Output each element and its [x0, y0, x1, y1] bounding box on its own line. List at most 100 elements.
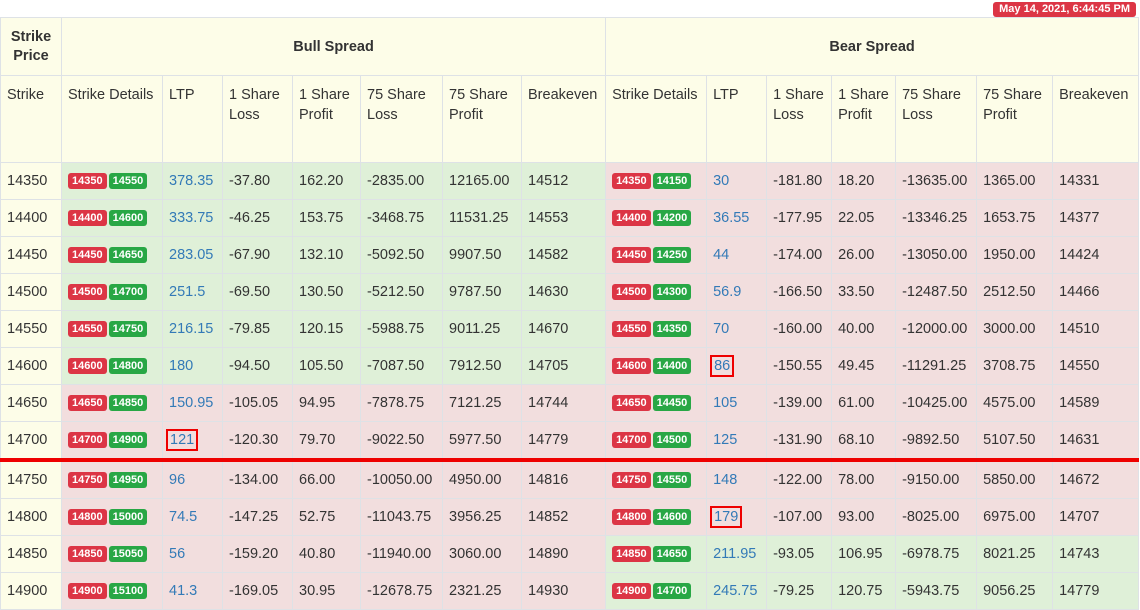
- bull-75-share-loss: -10050.00: [360, 458, 443, 499]
- bear-1-share-profit: 93.00: [831, 498, 897, 536]
- bear-ltp-link[interactable]: 86: [710, 355, 735, 377]
- bear-breakeven: 14466: [1052, 273, 1140, 311]
- column-header-bull-ltp[interactable]: LTP: [162, 75, 223, 163]
- bear-ltp-cell: 245.75: [706, 572, 768, 610]
- bear-75-share-loss: -13635.00: [895, 162, 978, 200]
- bull-ltp-link[interactable]: 251.5: [169, 284, 205, 300]
- column-header-bull-75-share-profit[interactable]: 75 Share Profit: [442, 75, 522, 163]
- bear-strike-details: 14550 14350: [605, 310, 708, 348]
- bull-breakeven: 14705: [520, 347, 607, 385]
- bear-75-share-profit: 9056.25: [976, 572, 1054, 610]
- bull-1-share-profit: 130.50: [292, 273, 361, 311]
- bull-75-share-loss: -11940.00: [360, 535, 443, 573]
- bear-ltp-link[interactable]: 125: [713, 432, 737, 448]
- bull-ltp-link[interactable]: 41.3: [169, 583, 197, 599]
- bull-ltp-link[interactable]: 333.75: [169, 210, 213, 226]
- bear-ltp-link[interactable]: 105: [713, 395, 737, 411]
- bull-strike-high-badge: 14800: [108, 358, 148, 375]
- bear-75-share-profit: 1365.00: [976, 162, 1054, 200]
- column-header-bear-75-share-loss[interactable]: 75 Share Loss: [895, 75, 978, 163]
- bear-strike-details: 14850 14650: [605, 535, 708, 573]
- bear-ltp-link[interactable]: 179: [710, 506, 743, 528]
- bear-breakeven: 14377: [1052, 199, 1140, 237]
- bull-strike-details: 14450 14650: [61, 236, 163, 274]
- column-header-bull-strike-details[interactable]: Strike Details: [61, 75, 163, 163]
- bull-breakeven: 14553: [520, 199, 607, 237]
- column-header-bull-75-share-loss[interactable]: 75 Share Loss: [360, 75, 443, 163]
- bear-1-share-profit: 61.00: [831, 384, 897, 422]
- bull-ltp-link[interactable]: 150.95: [169, 395, 213, 411]
- spread-table: Strike Price Bull Spread Bear Spread Str…: [0, 17, 1140, 610]
- bull-75-share-loss: -3468.75: [360, 199, 443, 237]
- strike-cell: 14550: [0, 310, 62, 348]
- strike-cell: 14400: [0, 199, 62, 237]
- column-header-strike[interactable]: Strike: [0, 75, 62, 163]
- bull-1-share-profit: 162.20: [292, 162, 361, 200]
- bear-ltp-link[interactable]: 56.9: [713, 284, 741, 300]
- bull-1-share-loss: -37.80: [222, 162, 293, 200]
- bull-strike-low-badge: 14500: [68, 284, 107, 301]
- bull-strike-details: 14750 14950: [61, 458, 163, 499]
- bull-ltp-link[interactable]: 283.05: [169, 247, 213, 263]
- bull-1-share-profit: 79.70: [292, 421, 361, 461]
- bull-breakeven: 14890: [520, 535, 607, 573]
- bear-75-share-profit: 1950.00: [976, 236, 1054, 274]
- bear-strike-high-badge: 14600: [652, 509, 692, 526]
- bear-ltp-link[interactable]: 44: [713, 247, 729, 263]
- bull-ltp-link[interactable]: 378.35: [169, 173, 213, 189]
- bull-ltp-link[interactable]: 121: [165, 429, 199, 451]
- bull-ltp-cell: 74.5: [162, 498, 223, 536]
- bear-ltp-cell: 179: [706, 498, 768, 536]
- bull-ltp-link[interactable]: 56: [169, 546, 185, 562]
- column-header-bear-ltp[interactable]: LTP: [706, 75, 768, 163]
- bear-breakeven: 14672: [1052, 458, 1140, 499]
- bear-strike-low-badge: 14400: [612, 210, 651, 227]
- bear-ltp-cell: 105: [706, 384, 768, 422]
- bull-ltp-link[interactable]: 74.5: [169, 509, 197, 525]
- bear-75-share-profit: 6975.00: [976, 498, 1054, 536]
- bear-strike-details: 14900 14700: [605, 572, 708, 610]
- bear-75-share-loss: -13346.25: [895, 199, 978, 237]
- strike-cell: 14500: [0, 273, 62, 311]
- bear-ltp-link[interactable]: 70: [713, 321, 729, 337]
- table-row: 14700 14700 14900 121 -120.30 79.70 -9022.50 59…: [0, 421, 1140, 461]
- bear-ltp-link[interactable]: 36.55: [713, 210, 749, 226]
- bull-1-share-loss: -69.50: [222, 273, 293, 311]
- bear-75-share-profit: 4575.00: [976, 384, 1054, 422]
- column-header-bear-1-share-loss[interactable]: 1 Share Loss: [766, 75, 833, 163]
- bear-ltp-link[interactable]: 245.75: [713, 583, 757, 599]
- bull-1-share-profit: 153.75: [292, 199, 361, 237]
- bear-strike-low-badge: 14850: [612, 546, 651, 563]
- column-header-bull-1-share-profit[interactable]: 1 Share Profit: [292, 75, 361, 163]
- table-row: 14450 14450 14650 283.05 -67.90 132.10 -5092.5…: [0, 236, 1140, 274]
- column-header-bull-breakeven[interactable]: Breakeven: [520, 75, 607, 163]
- bull-75-share-loss: -5212.50: [360, 273, 443, 311]
- strike-cell: 14800: [0, 498, 62, 536]
- column-header-bull-1-share-loss[interactable]: 1 Share Loss: [222, 75, 293, 163]
- bull-75-share-profit: 2321.25: [442, 572, 522, 610]
- column-header-bear-breakeven[interactable]: Breakeven: [1052, 75, 1140, 163]
- bear-75-share-profit: 8021.25: [976, 535, 1054, 573]
- bear-ltp-cell: 125: [706, 421, 768, 461]
- bull-ltp-link[interactable]: 96: [169, 472, 185, 488]
- bear-breakeven: 14779: [1052, 572, 1140, 610]
- table-body: 14350 14350 14550 378.35 -37.80 162.20 -2835.0…: [0, 162, 1140, 610]
- bear-75-share-loss: -10425.00: [895, 384, 978, 422]
- bull-75-share-loss: -7087.50: [360, 347, 443, 385]
- bull-strike-low-badge: 14400: [68, 210, 107, 227]
- bear-75-share-loss: -5943.75: [895, 572, 978, 610]
- bull-1-share-loss: -120.30: [222, 421, 293, 461]
- bear-ltp-link[interactable]: 30: [713, 173, 729, 189]
- bear-1-share-loss: -122.00: [766, 458, 833, 499]
- column-header-bear-strike-details[interactable]: Strike Details: [605, 75, 708, 163]
- bear-1-share-loss: -131.90: [766, 421, 833, 461]
- bull-75-share-profit: 9787.50: [442, 273, 522, 311]
- bull-ltp-link[interactable]: 180: [169, 358, 193, 374]
- bull-1-share-profit: 105.50: [292, 347, 361, 385]
- bear-ltp-link[interactable]: 211.95: [713, 546, 756, 562]
- column-header-bear-75-share-profit[interactable]: 75 Share Profit: [976, 75, 1054, 163]
- bear-strike-details: 14750 14550: [605, 458, 708, 499]
- column-header-bear-1-share-profit[interactable]: 1 Share Profit: [831, 75, 897, 163]
- bull-ltp-link[interactable]: 216.15: [169, 321, 213, 337]
- bear-ltp-link[interactable]: 148: [713, 472, 737, 488]
